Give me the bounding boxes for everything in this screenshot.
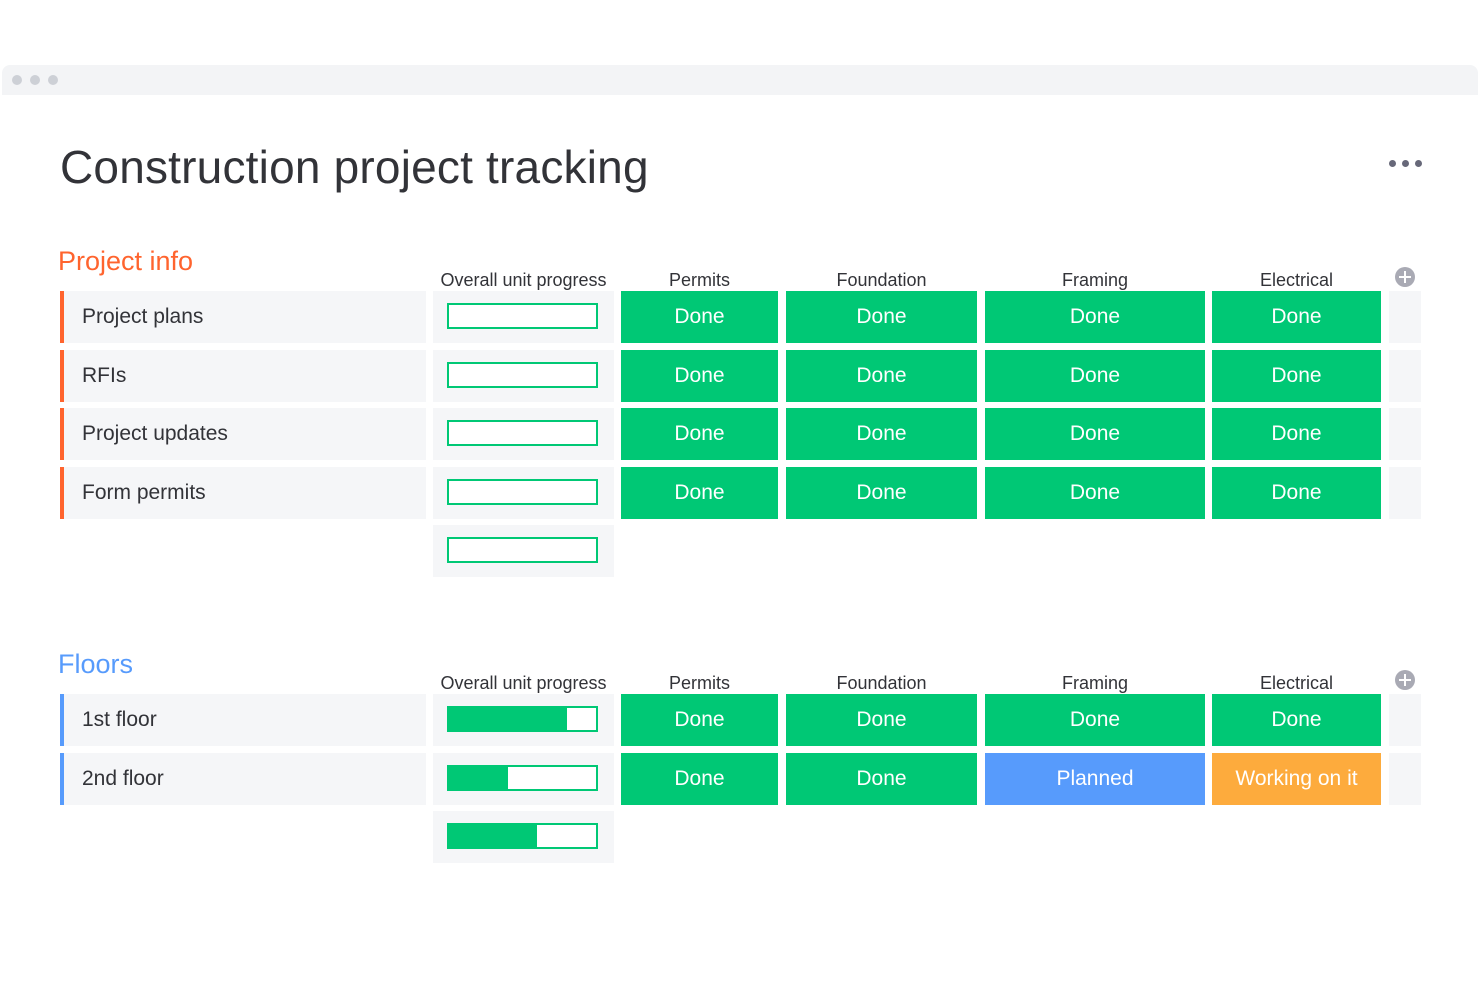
add-column-icon[interactable] (1394, 266, 1416, 288)
summary-progress-cell (433, 525, 614, 577)
status-cell[interactable]: Done (1212, 349, 1381, 402)
row-end-cell (1389, 349, 1421, 402)
window-dot-icon (12, 75, 22, 85)
status-cell[interactable]: Done (786, 349, 977, 402)
table-row: RFIs Done Done Done Done (0, 349, 1480, 402)
group-color-bar (60, 349, 64, 402)
group-color-bar (60, 694, 64, 746)
progress-bar (447, 478, 598, 505)
item-name: 1st floor (82, 708, 157, 731)
status-cell[interactable]: Done (1212, 466, 1381, 519)
progress-cell (433, 408, 614, 460)
progress-cell (433, 694, 614, 746)
window-title-bar (2, 65, 1478, 95)
status-cell[interactable]: Done (985, 466, 1205, 519)
column-header-foundation[interactable]: Foundation (786, 270, 977, 291)
item-name: 2nd floor (82, 766, 164, 790)
status-cell[interactable]: Done (786, 466, 977, 519)
table-row: Form permits Done Done Done Done (0, 466, 1480, 519)
column-header-foundation[interactable]: Foundation (786, 673, 977, 694)
progress-bar-fill (449, 825, 538, 847)
status-cell[interactable]: Done (985, 408, 1205, 460)
row-end-cell (1389, 466, 1421, 519)
group-title[interactable]: Project info (58, 246, 193, 277)
item-name: Project plans (82, 305, 204, 328)
summary-progress-cell (433, 811, 614, 863)
status-cell[interactable]: Working on it (1212, 752, 1381, 805)
status-cell[interactable]: Done (1212, 408, 1381, 460)
status-cell[interactable]: Done (621, 291, 778, 343)
add-column-icon[interactable] (1394, 669, 1416, 691)
group-color-bar (60, 291, 64, 343)
status-cell[interactable]: Done (1212, 291, 1381, 343)
group-color-bar (60, 408, 64, 460)
table-row: 1st floor Done Done Done Done (0, 694, 1480, 746)
group-color-bar (60, 752, 64, 805)
status-cell[interactable]: Done (786, 291, 977, 343)
item-name-cell[interactable]: RFIs (60, 349, 426, 402)
window-dot-icon (30, 75, 40, 85)
status-cell[interactable]: Planned (985, 752, 1205, 805)
column-header-electrical[interactable]: Electrical (1212, 673, 1381, 694)
status-cell[interactable]: Done (985, 694, 1205, 746)
column-header-permits[interactable]: Permits (621, 673, 778, 694)
progress-bar (447, 823, 598, 849)
column-header-framing[interactable]: Framing (985, 270, 1205, 291)
item-name-cell[interactable]: Project updates (60, 408, 426, 460)
column-header-permits[interactable]: Permits (621, 270, 778, 291)
item-name-cell[interactable]: 1st floor (60, 694, 426, 746)
column-header-progress[interactable]: Overall unit progress (433, 270, 614, 291)
item-name-cell[interactable]: Project plans (60, 291, 426, 343)
table-row: 2nd floor Done Done Planned Working on it (0, 752, 1480, 805)
progress-bar (447, 420, 598, 446)
progress-bar-fill (449, 766, 508, 789)
progress-cell (433, 466, 614, 519)
page-title: Construction project tracking (60, 141, 649, 193)
group-color-bar (60, 466, 64, 519)
status-cell[interactable]: Done (985, 291, 1205, 343)
group-title[interactable]: Floors (58, 649, 133, 680)
status-cell[interactable]: Done (786, 408, 977, 460)
status-cell[interactable]: Done (621, 752, 778, 805)
window-dot-icon (48, 75, 58, 85)
progress-bar (447, 764, 598, 791)
status-cell[interactable]: Done (621, 466, 778, 519)
status-cell[interactable]: Done (1212, 694, 1381, 746)
table-row: Project plans Done Done Done Done (0, 291, 1480, 343)
item-name: Form permits (82, 480, 206, 504)
column-header-progress[interactable]: Overall unit progress (433, 673, 614, 694)
progress-bar-fill (449, 708, 567, 730)
status-cell[interactable]: Done (985, 349, 1205, 402)
progress-bar (447, 706, 598, 732)
row-end-cell (1389, 408, 1421, 460)
progress-bar (447, 303, 598, 329)
status-cell[interactable]: Done (786, 752, 977, 805)
row-end-cell (1389, 694, 1421, 746)
item-name-cell[interactable]: 2nd floor (60, 752, 426, 805)
item-name: RFIs (82, 363, 127, 387)
status-cell[interactable]: Done (621, 694, 778, 746)
item-name: Project updates (82, 422, 228, 445)
row-end-cell (1389, 752, 1421, 805)
item-name-cell[interactable]: Form permits (60, 466, 426, 519)
row-end-cell (1389, 291, 1421, 343)
more-options-icon[interactable] (1388, 154, 1424, 174)
progress-cell (433, 349, 614, 402)
status-cell[interactable]: Done (786, 694, 977, 746)
column-header-electrical[interactable]: Electrical (1212, 270, 1381, 291)
column-header-framing[interactable]: Framing (985, 673, 1205, 694)
progress-bar (447, 537, 598, 563)
status-cell[interactable]: Done (621, 349, 778, 402)
progress-cell (433, 291, 614, 343)
table-row: Project updates Done Done Done Done (0, 408, 1480, 460)
status-cell[interactable]: Done (621, 408, 778, 460)
progress-bar (447, 361, 598, 388)
progress-cell (433, 752, 614, 805)
